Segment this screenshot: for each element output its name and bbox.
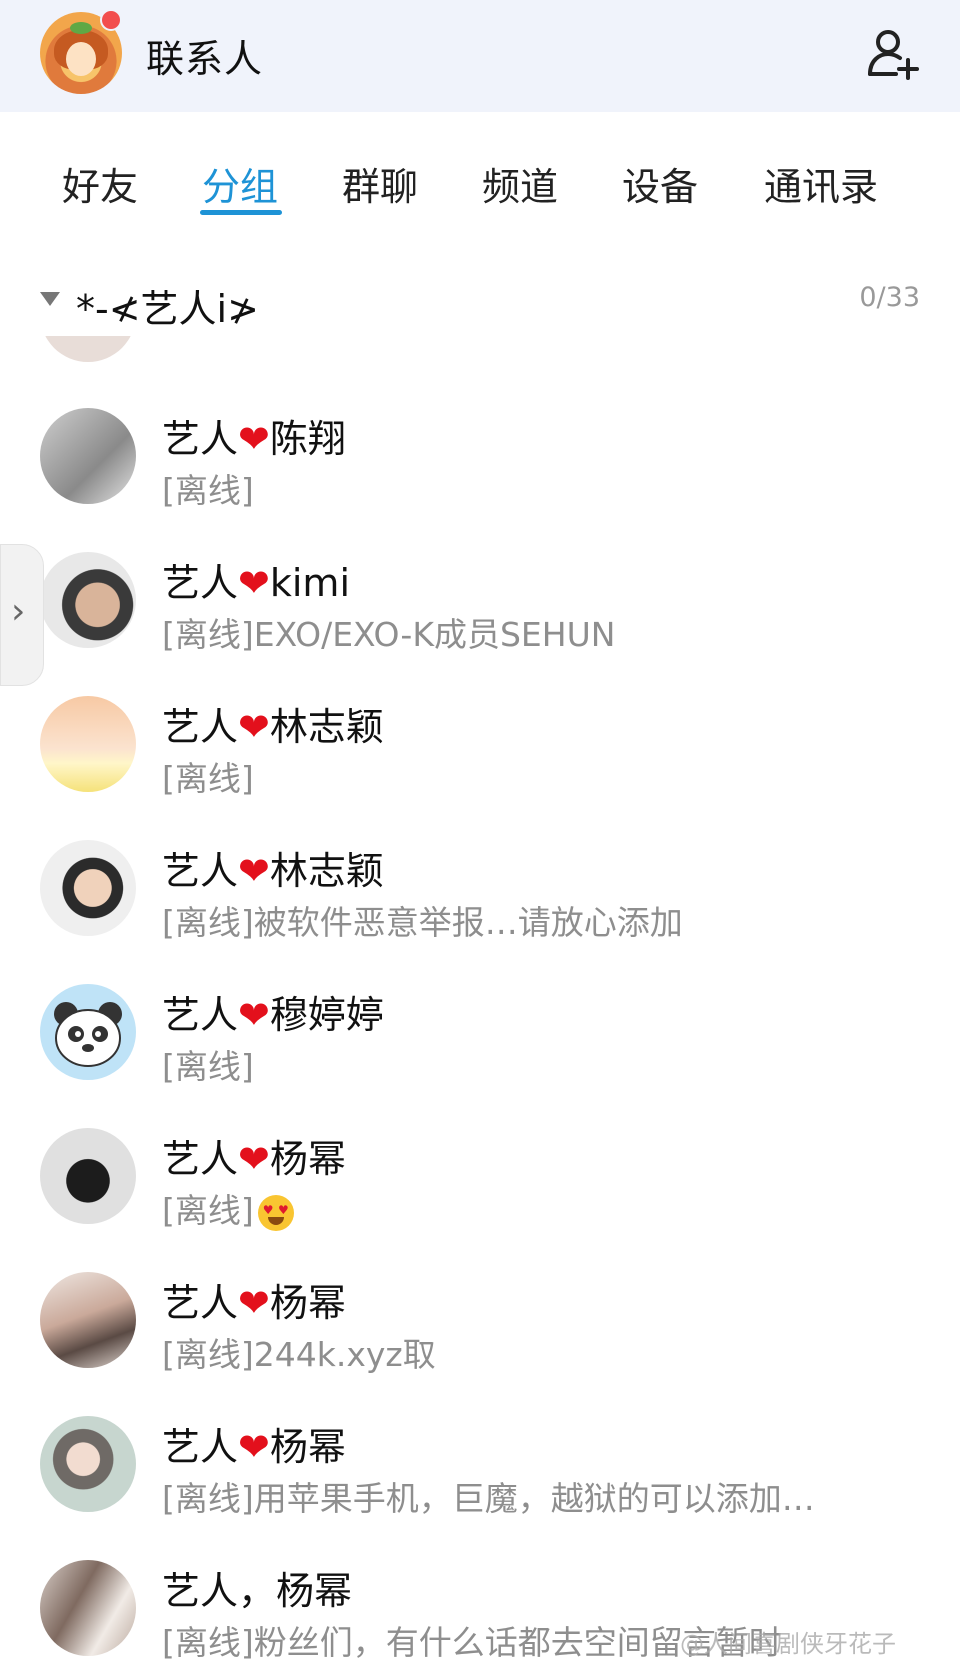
- contact-name: 艺人❤林志颖: [162, 705, 384, 749]
- collapse-triangle-icon: [40, 292, 60, 306]
- add-contact-icon: [868, 30, 919, 80]
- list-item[interactable]: 艺人❤杨幂 [离线] ♥ ♥: [0, 1104, 960, 1248]
- avatar: [40, 1272, 136, 1368]
- tab-address-book[interactable]: 通讯录: [764, 156, 878, 211]
- list-item[interactable]: 艺人❤林志颖 [离线]被软件恶意举报…请放心添加: [0, 816, 960, 960]
- contact-name: 艺人，杨幂: [162, 1569, 353, 1613]
- avatar: [40, 696, 136, 792]
- contact-status: [离线]: [162, 759, 254, 798]
- avatar: [40, 336, 136, 362]
- heart-icon: ❤: [238, 705, 270, 749]
- heart-icon: ❤: [238, 993, 270, 1037]
- contact-status: [离线] ♥ ♥: [162, 1184, 294, 1232]
- contact-status: [离线]被软件恶意举报…请放心添加: [162, 903, 683, 942]
- tab-groups[interactable]: 分组: [202, 156, 278, 211]
- contact-status: [离线]: [162, 471, 254, 510]
- list-item[interactable]: 艺人❤穆婷婷 [离线]: [0, 960, 960, 1104]
- avatar: [40, 408, 136, 504]
- avatar: [40, 1128, 136, 1224]
- avatar: [40, 1560, 136, 1656]
- heart-eyes-emoji-icon: ♥ ♥: [257, 1194, 294, 1231]
- tab-group-chats[interactable]: 群聊: [342, 156, 418, 211]
- group-name: *-≮艺人i≯: [76, 287, 259, 331]
- list-item[interactable]: 艺人❤杨幂 [离线]244k.xyz取: [0, 1248, 960, 1392]
- contact-status: [离线]: [162, 1047, 254, 1086]
- avatar: [40, 984, 136, 1080]
- contact-name: 艺人❤kimi: [162, 561, 350, 605]
- contact-name: 艺人❤陈翔: [162, 417, 346, 461]
- contact-name: 艺人❤杨幂: [162, 1425, 346, 1469]
- group-header[interactable]: *-≮艺人i≯ 0/33: [0, 268, 960, 334]
- list-item[interactable]: 艺人❤陈翔 [离线]: [0, 384, 960, 528]
- heart-icon: ❤: [238, 417, 270, 461]
- active-tab-indicator: [200, 210, 282, 215]
- list-item-partial[interactable]: [0, 336, 960, 362]
- contact-status: [离线]用苹果手机，巨魔，越狱的可以添加…: [162, 1479, 815, 1518]
- avatar: [40, 840, 136, 936]
- side-drawer-handle[interactable]: ›: [0, 544, 44, 686]
- list-item[interactable]: 艺人❤林志颖 [离线]: [0, 672, 960, 816]
- group-count: 0/33: [859, 282, 920, 313]
- tab-bar: 好友 分组 群聊 频道 设备 通讯录: [0, 140, 960, 230]
- tab-channels[interactable]: 频道: [482, 156, 558, 211]
- tab-friends[interactable]: 好友: [62, 156, 138, 211]
- tab-devices[interactable]: 设备: [622, 156, 698, 211]
- avatar: [40, 552, 136, 648]
- chevron-right-icon: ›: [11, 591, 26, 632]
- heart-icon: ❤: [238, 1137, 270, 1181]
- watermark: @人间喜剧侠牙花子: [680, 1630, 896, 1658]
- contact-name: 艺人❤林志颖: [162, 849, 384, 893]
- heart-icon: ❤: [238, 561, 270, 605]
- contact-name: 艺人❤杨幂: [162, 1281, 346, 1325]
- notification-dot: [100, 9, 122, 31]
- contact-name: 艺人❤杨幂: [162, 1137, 346, 1181]
- list-item[interactable]: 艺人❤杨幂 [离线]用苹果手机，巨魔，越狱的可以添加…: [0, 1392, 960, 1536]
- contact-list: 艺人❤陈翔 [离线] 艺人❤kimi [离线]EXO/EXO-K成员SEHUN …: [0, 336, 960, 1664]
- avatar-leaf-shape: [70, 22, 92, 34]
- contact-status: [离线]EXO/EXO-K成员SEHUN: [162, 615, 616, 654]
- list-item[interactable]: 艺人❤kimi [离线]EXO/EXO-K成员SEHUN: [0, 528, 960, 672]
- heart-icon: ❤: [238, 1425, 270, 1469]
- avatar: [40, 1416, 136, 1512]
- contact-status: [离线]244k.xyz取: [162, 1335, 436, 1374]
- page-title: 联系人: [146, 37, 264, 81]
- panda-image: [54, 1002, 122, 1067]
- heart-icon: ❤: [238, 849, 270, 893]
- add-contact-button[interactable]: [866, 26, 920, 80]
- heart-icon: ❤: [238, 1281, 270, 1325]
- contact-name: 艺人❤穆婷婷: [162, 993, 384, 1037]
- avatar-face-shape: [66, 42, 96, 76]
- top-bar: 联系人: [0, 0, 960, 112]
